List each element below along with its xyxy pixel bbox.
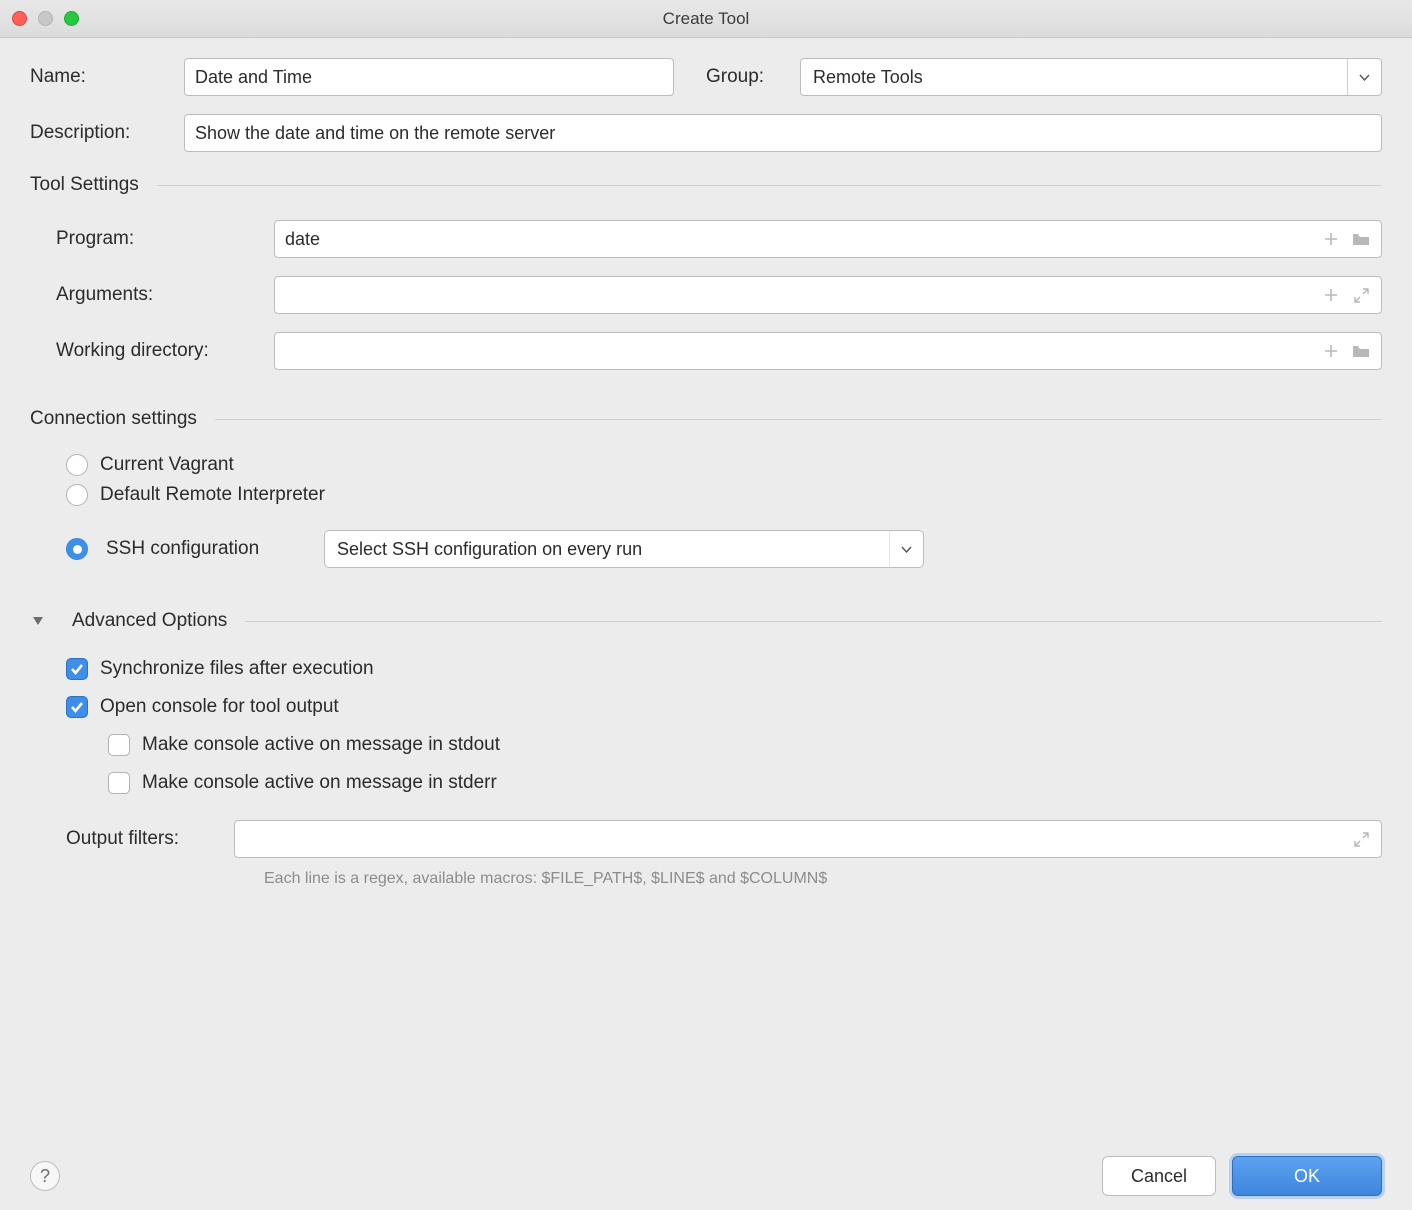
- radio-current-vagrant[interactable]: [66, 454, 88, 476]
- radio-ssh-configuration-label: SSH configuration: [106, 538, 306, 560]
- cancel-button[interactable]: Cancel: [1102, 1156, 1216, 1196]
- name-input[interactable]: [184, 58, 674, 96]
- divider: [215, 419, 1382, 420]
- plus-icon[interactable]: [1321, 341, 1341, 361]
- working-directory-label: Working directory:: [56, 340, 274, 362]
- radio-current-vagrant-label: Current Vagrant: [100, 454, 234, 476]
- title-bar: Create Tool: [0, 0, 1412, 38]
- checkbox-sync-files[interactable]: [66, 658, 88, 680]
- expand-icon[interactable]: [1351, 285, 1371, 305]
- radio-ssh-configuration[interactable]: [66, 538, 88, 560]
- working-directory-input[interactable]: [275, 333, 1321, 369]
- description-input[interactable]: [184, 114, 1382, 152]
- checkbox-stdout[interactable]: [108, 734, 130, 756]
- divider: [245, 621, 1382, 622]
- checkbox-open-console-label: Open console for tool output: [100, 696, 339, 718]
- folder-icon[interactable]: [1351, 229, 1371, 249]
- radio-default-remote[interactable]: [66, 484, 88, 506]
- plus-icon[interactable]: [1321, 229, 1341, 249]
- checkbox-open-console[interactable]: [66, 696, 88, 718]
- output-filters-label: Output filters:: [66, 828, 216, 850]
- window-minimize-button[interactable]: [38, 11, 53, 26]
- plus-icon[interactable]: [1321, 285, 1341, 305]
- window-title: Create Tool: [663, 9, 750, 29]
- chevron-down-icon: [889, 531, 923, 567]
- help-button[interactable]: ?: [30, 1161, 60, 1191]
- description-label: Description:: [30, 122, 170, 144]
- advanced-options-heading: Advanced Options: [72, 610, 227, 632]
- group-label: Group:: [706, 66, 786, 88]
- chevron-down-icon: [1347, 59, 1381, 95]
- checkbox-sync-files-label: Synchronize files after execution: [100, 658, 374, 680]
- divider: [157, 185, 1382, 186]
- ssh-configuration-dropdown[interactable]: Select SSH configuration on every run: [324, 530, 924, 568]
- cancel-button-label: Cancel: [1131, 1166, 1187, 1187]
- checkbox-stderr-label: Make console active on message in stderr: [142, 772, 497, 794]
- ok-button-label: OK: [1294, 1166, 1320, 1187]
- name-label: Name:: [30, 66, 170, 88]
- ssh-configuration-value: Select SSH configuration on every run: [337, 539, 879, 560]
- checkbox-stderr[interactable]: [108, 772, 130, 794]
- output-filters-hint: Each line is a regex, available macros: …: [264, 870, 1382, 888]
- tool-settings-heading: Tool Settings: [30, 174, 139, 196]
- group-dropdown-value: Remote Tools: [801, 67, 1347, 88]
- arguments-label: Arguments:: [56, 284, 274, 306]
- ok-button[interactable]: OK: [1232, 1156, 1382, 1196]
- program-label: Program:: [56, 228, 274, 250]
- connection-settings-heading: Connection settings: [30, 408, 197, 430]
- window-zoom-button[interactable]: [64, 11, 79, 26]
- disclosure-triangle-icon[interactable]: [30, 613, 46, 629]
- folder-icon[interactable]: [1351, 341, 1371, 361]
- group-dropdown[interactable]: Remote Tools: [800, 58, 1382, 96]
- arguments-input[interactable]: [275, 277, 1321, 313]
- output-filters-input[interactable]: [234, 820, 1382, 858]
- expand-icon[interactable]: [1351, 829, 1371, 849]
- window-close-button[interactable]: [12, 11, 27, 26]
- radio-default-remote-label: Default Remote Interpreter: [100, 484, 325, 506]
- program-input[interactable]: [275, 221, 1321, 257]
- checkbox-stdout-label: Make console active on message in stdout: [142, 734, 500, 756]
